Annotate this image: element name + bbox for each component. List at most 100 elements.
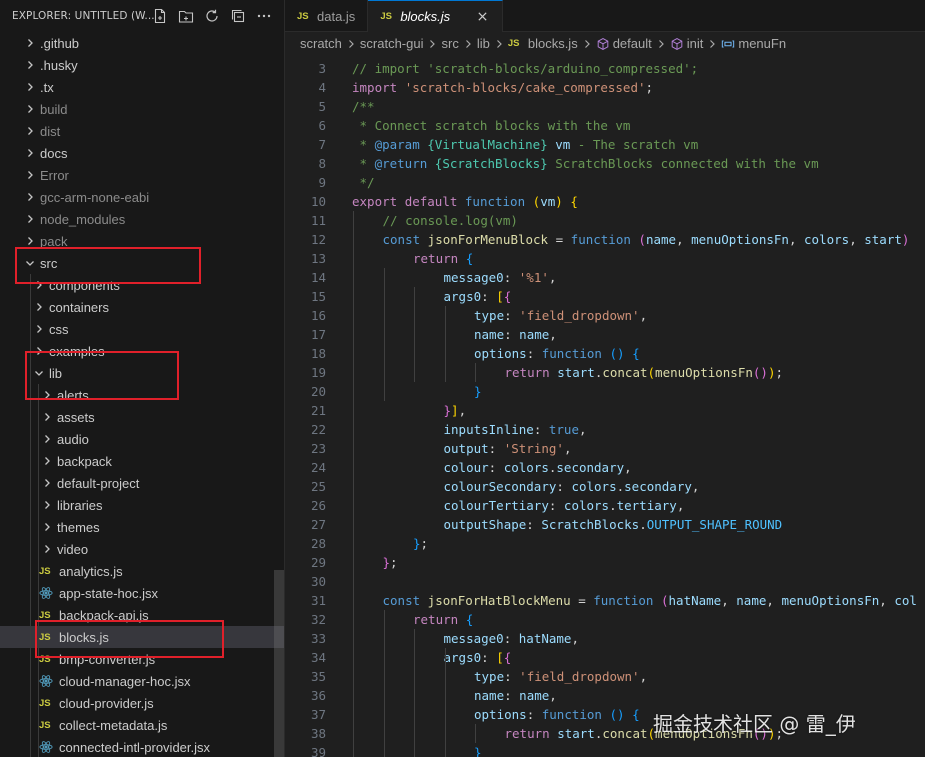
tab-data-js[interactable]: JS data.js — [285, 0, 369, 32]
chevron-right-icon[interactable] — [22, 98, 38, 120]
line-number: 23 — [310, 441, 326, 456]
tree-folder-assets[interactable]: assets — [0, 406, 284, 428]
breadcrumb-item[interactable]: default — [596, 36, 652, 51]
code-line: 20} — [285, 382, 925, 401]
tree-folder-backpack[interactable]: backpack — [0, 450, 284, 472]
cube-icon — [596, 37, 610, 51]
chevron-right-icon[interactable] — [31, 296, 47, 318]
code-token: colors — [503, 460, 549, 475]
code-token: */ — [352, 175, 375, 190]
sidebar-scrollbar[interactable] — [274, 570, 284, 757]
tree-folder-video[interactable]: video — [0, 538, 284, 560]
code-line: 5 /** — [285, 97, 925, 116]
code-token: : — [526, 346, 542, 361]
collapse-all-icon[interactable] — [229, 8, 246, 25]
chevron-right-icon[interactable] — [22, 208, 38, 230]
tree-folder-libraries[interactable]: libraries — [0, 494, 284, 516]
tree-file-app-state-hoc-jsx[interactable]: app-state-hoc.jsx — [0, 582, 284, 604]
code-token: secondary — [556, 460, 625, 475]
tree-folder-gcc-arm-none-eabi[interactable]: gcc-arm-none-eabi — [0, 186, 284, 208]
chevron-right-icon[interactable] — [39, 516, 55, 538]
js-file-icon: JS — [39, 697, 51, 709]
code-editor[interactable]: 3 // import 'scratch-blocks/arduino_compr… — [285, 57, 925, 757]
tree-item-label: default-project — [57, 475, 140, 491]
chevron-right-icon[interactable] — [22, 54, 38, 76]
chevron-right-icon[interactable] — [39, 406, 55, 428]
tree-file-cloud-provider-js[interactable]: JS cloud-provider.js — [0, 692, 284, 714]
breadcrumb-item[interactable]: lib — [477, 36, 490, 51]
breadcrumb-item[interactable]: src — [441, 36, 458, 51]
chevron-right-icon[interactable] — [39, 428, 55, 450]
code-token: return — [504, 365, 550, 380]
code-line: 36 name: name, — [285, 686, 925, 705]
code-token: start — [557, 726, 595, 741]
line-number: 29 — [310, 555, 326, 570]
code-token: @param — [374, 137, 420, 152]
tree-folder-error[interactable]: Error — [0, 164, 284, 186]
code-line: 4 import 'scratch-blocks/cake_compressed'… — [285, 78, 925, 97]
code-token: options — [474, 346, 527, 361]
tree-folder--tx[interactable]: .tx — [0, 76, 284, 98]
tree-file-collect-metadata-js[interactable]: JS collect-metadata.js — [0, 714, 284, 736]
code-line: 6 * Connect scratch blocks with the vm — [285, 116, 925, 135]
code-text: * Connect scratch blocks with the vm — [352, 116, 631, 135]
code-text: colourSecondary: colors.secondary, — [444, 477, 700, 496]
tree-file-cloud-manager-hoc-jsx[interactable]: cloud-manager-hoc.jsx — [0, 670, 284, 692]
code-line: 32 return { — [285, 610, 925, 629]
new-folder-icon[interactable] — [177, 8, 194, 25]
code-token: { — [503, 650, 512, 665]
chevron-right-icon[interactable] — [22, 120, 38, 142]
tree-folder-containers[interactable]: containers — [0, 296, 284, 318]
breadcrumb-item[interactable]: scratch — [300, 36, 342, 51]
line-number: 8 — [318, 156, 326, 171]
tree-item-label: audio — [57, 431, 89, 447]
code-line: 35 type: 'field_dropdown', — [285, 667, 925, 686]
new-file-icon[interactable] — [151, 8, 168, 25]
tree-folder-audio[interactable]: audio — [0, 428, 284, 450]
tree-item-label: css — [49, 321, 69, 337]
code-token: * Connect scratch blocks with the vm — [352, 118, 631, 133]
tree-item-label: node_modules — [40, 211, 126, 227]
code-line: 22 inputsInline: true, — [285, 420, 925, 439]
breadcrumb-item[interactable]: scratch-gui — [360, 36, 424, 51]
tree-folder-build[interactable]: build — [0, 98, 284, 120]
chevron-right-icon[interactable] — [22, 142, 38, 164]
tree-folder-docs[interactable]: docs — [0, 142, 284, 164]
line-number: 4 — [318, 80, 326, 95]
chevron-right-icon[interactable] — [22, 186, 38, 208]
code-token: , — [691, 479, 700, 494]
chevron-right-icon[interactable] — [39, 450, 55, 472]
refresh-icon[interactable] — [203, 8, 220, 25]
tree-folder--husky[interactable]: .husky — [0, 54, 284, 76]
code-token: : — [481, 289, 497, 304]
more-icon[interactable] — [255, 8, 272, 25]
tree-folder-node-modules[interactable]: node_modules — [0, 208, 284, 230]
chevron-right-icon[interactable] — [22, 76, 38, 98]
chevron-right-icon[interactable] — [39, 494, 55, 516]
code-token: import — [352, 80, 398, 95]
code-token: default — [404, 194, 458, 209]
tree-folder-themes[interactable]: themes — [0, 516, 284, 538]
tree-file-connected-intl-provider-jsx[interactable]: connected-intl-provider.jsx — [0, 736, 284, 757]
code-token: = — [570, 593, 594, 608]
breadcrumb-item[interactable]: init — [670, 36, 703, 51]
tab-blocks-js[interactable]: JS blocks.js — [368, 0, 504, 32]
breadcrumb-item[interactable]: menuFn — [721, 36, 786, 51]
chevron-right-icon[interactable] — [22, 164, 38, 186]
code-token: } — [474, 745, 482, 757]
code-token: } — [474, 384, 482, 399]
explorer-actions — [151, 0, 272, 32]
code-token: col — [894, 593, 917, 608]
close-icon[interactable] — [474, 9, 490, 25]
chevron-right-icon[interactable] — [39, 538, 55, 560]
breadcrumb-item[interactable]: JS blocks.js — [508, 36, 578, 51]
tree-file-analytics-js[interactable]: JS analytics.js — [0, 560, 284, 582]
tree-folder-css[interactable]: css — [0, 318, 284, 340]
chevron-right-icon[interactable] — [31, 318, 47, 340]
code-token: message0 — [443, 270, 504, 285]
chevron-right-icon[interactable] — [39, 472, 55, 494]
chevron-right-icon[interactable] — [22, 32, 38, 54]
tree-folder-default-project[interactable]: default-project — [0, 472, 284, 494]
tree-folder-dist[interactable]: dist — [0, 120, 284, 142]
tree-folder--github[interactable]: .github — [0, 32, 284, 54]
